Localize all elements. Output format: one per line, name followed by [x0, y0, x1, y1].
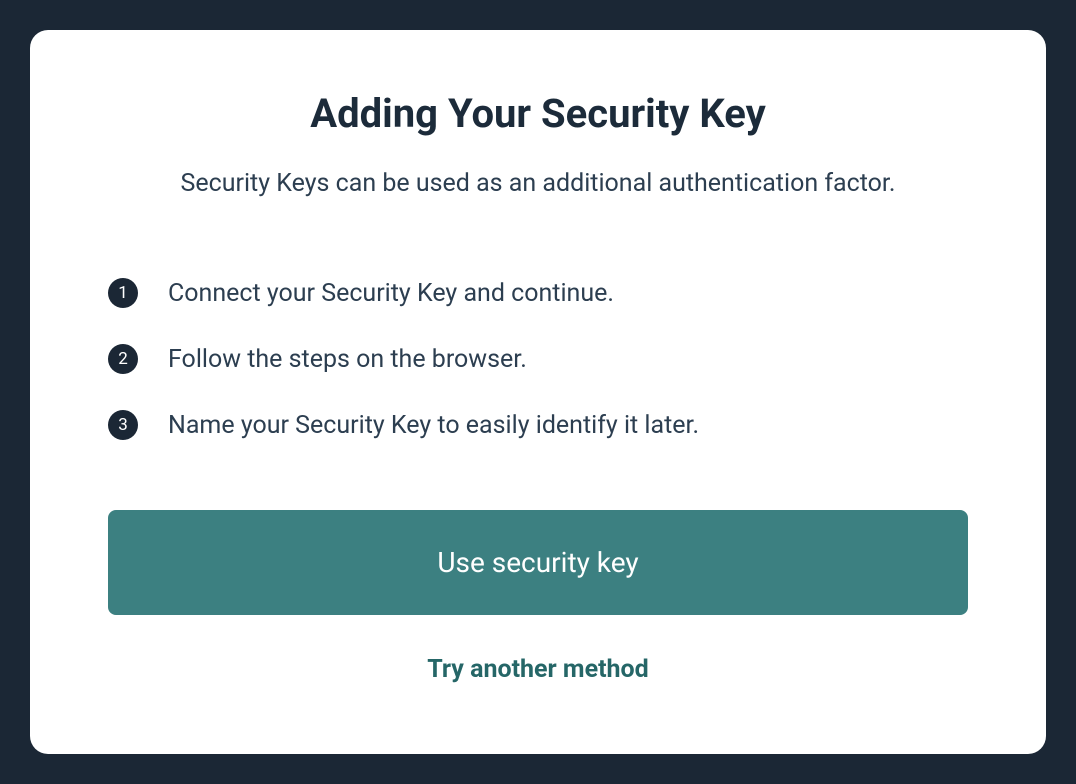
step-item: 3 Name your Security Key to easily ident…	[108, 410, 968, 440]
dialog-subtitle: Security Keys can be used as an addition…	[108, 169, 968, 198]
step-number-badge: 2	[108, 344, 138, 374]
dialog-title: Adding Your Security Key	[108, 90, 968, 137]
step-text: Name your Security Key to easily identif…	[168, 411, 699, 440]
step-text: Follow the steps on the browser.	[168, 345, 527, 374]
step-item: 2 Follow the steps on the browser.	[108, 344, 968, 374]
use-security-key-button[interactable]: Use security key	[108, 510, 968, 615]
steps-list: 1 Connect your Security Key and continue…	[108, 278, 968, 440]
try-another-method-link[interactable]: Try another method	[108, 655, 968, 684]
step-item: 1 Connect your Security Key and continue…	[108, 278, 968, 308]
step-number-badge: 3	[108, 410, 138, 440]
step-text: Connect your Security Key and continue.	[168, 279, 614, 308]
step-number-badge: 1	[108, 278, 138, 308]
security-key-dialog: Adding Your Security Key Security Keys c…	[30, 30, 1046, 754]
